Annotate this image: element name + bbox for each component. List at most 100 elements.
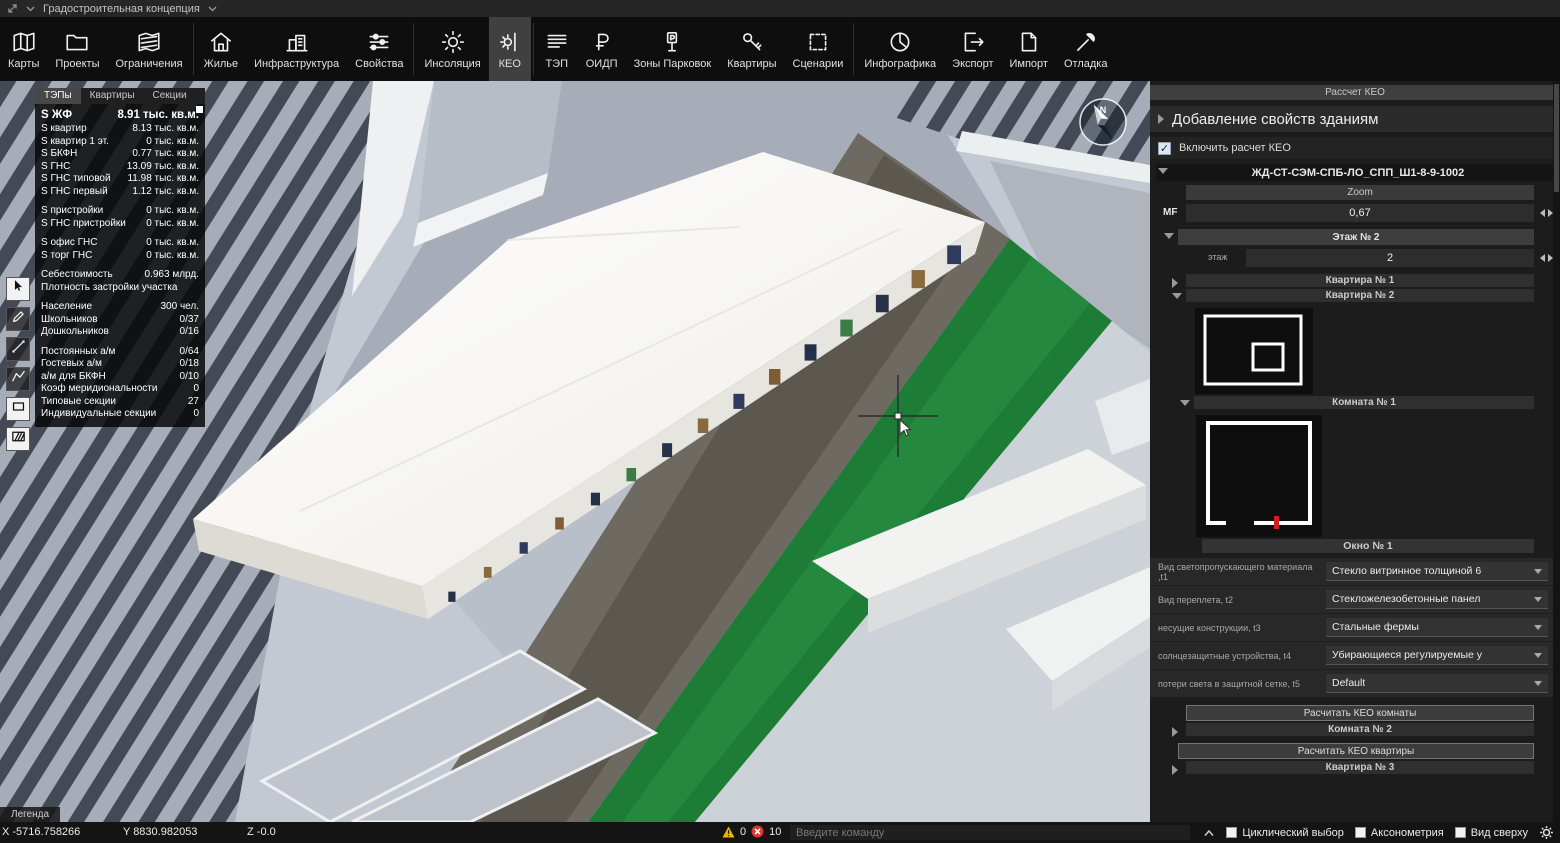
coordinate-y: Y 8830.982053: [123, 826, 197, 838]
command-input[interactable]: [790, 825, 1190, 840]
tool-polyline-button[interactable]: [6, 367, 30, 391]
tool-rect-button[interactable]: [6, 397, 30, 421]
toolbar-item-infrastructure[interactable]: Инфраструктура: [246, 17, 347, 81]
spinner-arrows-icon[interactable]: [1540, 209, 1553, 217]
pie-icon: [887, 28, 913, 56]
floor-header-row[interactable]: Этаж № 2: [1178, 229, 1534, 245]
toggle-axonometry[interactable]: Аксонометрия: [1355, 827, 1444, 839]
toolbar-item-label: ОИДП: [586, 58, 618, 70]
compass[interactable]: N: [1078, 97, 1128, 147]
calc-room-keo-button[interactable]: Расчитать КЕО комнаты: [1186, 705, 1534, 721]
expander-icon[interactable]: [1164, 233, 1174, 239]
list-icon: [544, 28, 570, 56]
stats-tab-apartments[interactable]: Квартиры: [81, 88, 144, 104]
stats-row: S ГНС первый1.12 тыс. кв.м.: [35, 186, 205, 199]
toolbar-item-parking[interactable]: Зоны Парковок: [626, 17, 720, 81]
chevron-down-icon[interactable]: [25, 5, 36, 12]
viewport-3d[interactable]: ТЭПыКвартирыСекции S ЖФ 8.91 тыс. кв.м. S …: [0, 81, 1150, 822]
chevron-up-icon[interactable]: [1203, 829, 1215, 837]
expander-icon[interactable]: [1172, 727, 1178, 737]
apartment-plan-thumbnail[interactable]: [1195, 308, 1313, 394]
room-1-row[interactable]: Комната № 1: [1194, 396, 1534, 409]
view-toggles: Циклический выбор Аксонометрия Вид сверху: [1226, 827, 1528, 839]
checkbox-axonometry[interactable]: [1355, 827, 1366, 838]
toolbar-item-label: Импорт: [1010, 58, 1048, 70]
checkbox-top-view[interactable]: [1455, 827, 1466, 838]
property-dropdown[interactable]: Убирающиеся регулируемые у: [1326, 646, 1548, 665]
stats-tab-teps[interactable]: ТЭПы: [35, 88, 81, 104]
expander-icon[interactable]: [1172, 765, 1178, 775]
toolbar-item-housing[interactable]: Жилье: [196, 17, 247, 81]
scrollbar[interactable]: [1553, 81, 1560, 822]
stats-row: S БКФН0.77 тыс. кв.м.: [35, 148, 205, 161]
enable-keo-checkbox[interactable]: [1158, 142, 1171, 155]
warning-icon[interactable]: [722, 826, 735, 838]
tool-hatch-button[interactable]: [6, 427, 30, 451]
toolbar-item-debug[interactable]: Отладка: [1056, 17, 1115, 81]
expander-icon[interactable]: [1158, 114, 1164, 124]
property-row: солнцезащитные устройства, t4Убирающиеся…: [1150, 642, 1560, 670]
stat-value: 0.77 тыс. кв.м.: [132, 148, 199, 161]
stat-value: 8.91 тыс. кв.м.: [117, 107, 199, 123]
toolbar-item-oidp[interactable]: ОИДП: [578, 17, 626, 81]
toolbar-item-export[interactable]: Экспорт: [944, 17, 1001, 81]
toolbar-item-maps[interactable]: Карты: [0, 17, 47, 81]
panel-handle[interactable]: [196, 106, 203, 113]
toolbar-item-properties[interactable]: Свойства: [347, 17, 411, 81]
scrollbar-thumb[interactable]: [1554, 84, 1559, 192]
expander-icon[interactable]: [1172, 278, 1178, 288]
toolbar-item-scenarios[interactable]: Сценарии: [785, 17, 852, 81]
building-id-row[interactable]: ЖД-СТ-СЭМ-СПБ-ЛО_СПП_Ш1-8-9-1002: [1156, 164, 1560, 181]
toolbar-item-tep[interactable]: ТЭП: [536, 17, 578, 81]
floor-value-field[interactable]: 2: [1246, 249, 1534, 267]
zoom-bar[interactable]: Zoom: [1186, 185, 1534, 200]
tool-pencil-button[interactable]: [6, 307, 30, 331]
spinner-arrows-icon[interactable]: [1540, 254, 1553, 262]
apartment-2-row[interactable]: Квартира № 2: [1186, 289, 1534, 302]
checkbox-cyclic-selection[interactable]: [1226, 827, 1237, 838]
tool-select-button[interactable]: [6, 277, 30, 301]
stat-value: 27: [188, 396, 199, 409]
room-plan-thumbnail[interactable]: [1196, 415, 1322, 537]
toggle-top-view[interactable]: Вид сверху: [1455, 827, 1528, 839]
property-dropdown[interactable]: Стальные фермы: [1326, 618, 1548, 637]
apartment-1-row[interactable]: Квартира № 1: [1186, 274, 1534, 287]
property-dropdown[interactable]: Стекло витринное толщиной 6: [1326, 562, 1548, 581]
expander-icon[interactable]: [1180, 400, 1190, 406]
stat-label: S ГНС: [41, 161, 70, 174]
toolbar-item-insolation[interactable]: Инсоляция: [416, 17, 488, 81]
toolbar-item-keo[interactable]: КЕО: [489, 17, 531, 81]
window-1-row[interactable]: Окно № 1: [1202, 539, 1534, 553]
mf-value-field[interactable]: 0,67: [1186, 204, 1534, 222]
expander-icon[interactable]: [1172, 293, 1182, 299]
apartment-3-row[interactable]: Квартира № 3: [1186, 761, 1534, 774]
stat-label: S ЖФ: [41, 107, 72, 123]
toolbar-item-projects[interactable]: Проекты: [47, 17, 107, 81]
error-icon[interactable]: [751, 825, 764, 838]
toggle-cyclic-selection[interactable]: Циклический выбор: [1226, 827, 1344, 839]
toolbar-item-infographics[interactable]: Инфографика: [856, 17, 944, 81]
room-2-row[interactable]: Комната № 2: [1186, 723, 1534, 736]
toolbar-item-import[interactable]: Импорт: [1002, 17, 1056, 81]
stats-row: Индивидуальные секции0: [35, 408, 205, 421]
calc-apartment-keo-button[interactable]: Расчитать КЕО квартиры: [1178, 743, 1534, 759]
drawing-toolstrip: [6, 277, 30, 451]
resize-icon[interactable]: [7, 3, 18, 14]
chevron-down-icon[interactable]: [207, 5, 218, 12]
property-dropdown[interactable]: Default: [1326, 674, 1548, 693]
stat-value: 0 тыс. кв.м.: [146, 237, 199, 250]
stats-tab-sections[interactable]: Секции: [144, 88, 196, 104]
expander-icon[interactable]: [1158, 168, 1168, 174]
property-dropdown[interactable]: Стекложелезобетонные панел: [1326, 590, 1548, 609]
facade-window: [484, 567, 492, 578]
main-toolbar: КартыПроектыОграниченияЖильеИнфраструкту…: [0, 17, 1560, 81]
section-add-building-props[interactable]: Добавление свойств зданиям: [1150, 106, 1560, 132]
crosshair-cursor: [858, 375, 938, 457]
tool-line-button[interactable]: [6, 337, 30, 361]
stat-value: 0 тыс. кв.м.: [146, 250, 199, 263]
toolbar-item-apartments[interactable]: Квартиры: [719, 17, 784, 81]
gear-icon[interactable]: [1539, 825, 1554, 840]
toolbar-item-restrictions[interactable]: Ограничения: [108, 17, 191, 81]
property-value: Убирающиеся регулируемые у: [1332, 649, 1482, 661]
legend-label[interactable]: Легенда: [0, 807, 60, 822]
